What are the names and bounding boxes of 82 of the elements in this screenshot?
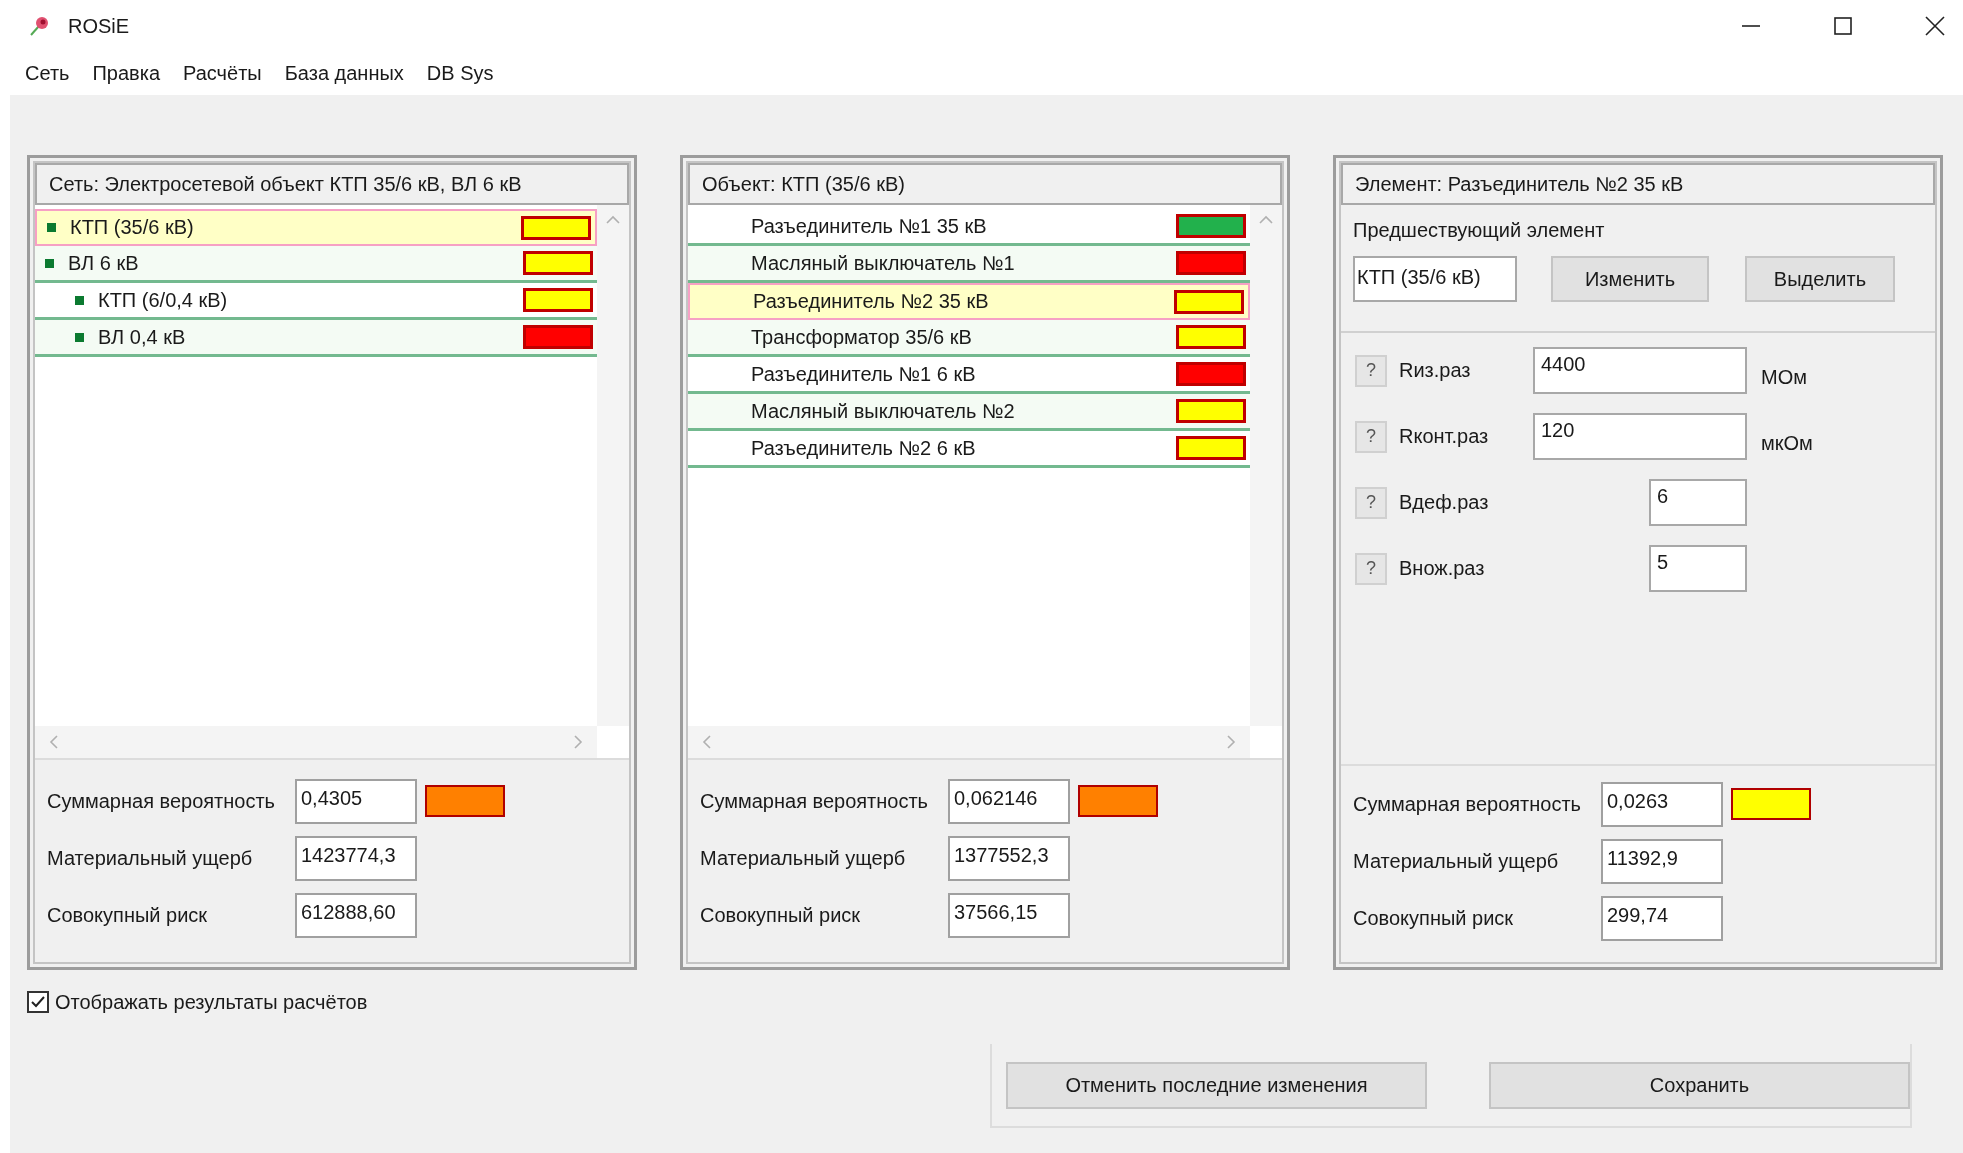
node-icon xyxy=(45,258,54,268)
value-field[interactable]: 612888,60 xyxy=(295,892,417,938)
field-label: Материальный ущерб xyxy=(47,846,254,870)
help-button[interactable]: ? xyxy=(1355,354,1387,387)
maximize-icon[interactable] xyxy=(1833,16,1853,36)
field-label: Материальный ущерб xyxy=(1353,849,1560,873)
node-icon xyxy=(75,295,84,305)
scroll-left-icon[interactable] xyxy=(49,735,59,749)
help-button[interactable]: ? xyxy=(1355,420,1387,453)
field-label: Суммарная вероятность xyxy=(700,789,930,813)
value-field[interactable]: 37566,15 xyxy=(948,892,1070,938)
value-field[interactable]: 0,0263 xyxy=(1601,781,1723,827)
checkbox-label: Отображать результаты расчётов xyxy=(55,990,368,1014)
field-label: Bнож.раз xyxy=(1399,557,1486,580)
list-row[interactable]: Масляный выключатель №2 xyxy=(688,394,1250,431)
value-field[interactable]: 11392,9 xyxy=(1601,838,1723,884)
input-field[interactable]: 5 xyxy=(1649,545,1747,592)
unit-label: МОм xyxy=(1761,366,1807,389)
row-label: Разъединитель №1 35 кВ xyxy=(751,214,988,238)
value-field[interactable]: 299,74 xyxy=(1601,895,1723,941)
select-button[interactable]: Выделить xyxy=(1745,256,1895,302)
field-label: Суммарная вероятность xyxy=(47,789,277,813)
menu-item[interactable]: База данных xyxy=(275,58,418,89)
scroll-right-icon[interactable] xyxy=(1226,735,1236,749)
row-label: Разъединитель №2 35 кВ xyxy=(753,290,990,313)
panel-title: Сеть: Электросетевой объект КТП 35/6 кВ, ВЛ 6 кВ xyxy=(35,163,629,205)
list-row[interactable]: КТП (35/6 кВ) xyxy=(35,209,597,246)
field-label: Суммарная вероятность xyxy=(1353,792,1583,816)
list-row[interactable]: Разъединитель №2 6 кВ xyxy=(688,431,1250,468)
help-button[interactable]: ? xyxy=(1355,486,1387,519)
input-field[interactable]: 6 xyxy=(1649,479,1747,526)
unit-label: мкОм xyxy=(1761,432,1813,455)
list-row[interactable]: ВЛ 6 кВ xyxy=(35,246,597,283)
panel-title: Элемент: Разъединитель №2 35 кВ xyxy=(1341,163,1935,205)
scroll-up-icon[interactable] xyxy=(1259,215,1273,225)
input-field[interactable]: 120 xyxy=(1533,413,1747,460)
app-icon xyxy=(28,15,50,37)
close-icon[interactable] xyxy=(1925,16,1945,36)
row-label: КТП (6/0,4 кВ) xyxy=(98,288,229,312)
node-icon xyxy=(75,332,84,342)
row-label: ВЛ 6 кВ xyxy=(68,251,140,275)
row-label: Масляный выключатель №1 xyxy=(751,251,1016,275)
row-label: Разъединитель №2 6 кВ xyxy=(751,436,977,460)
field-label: Совокупный риск xyxy=(1353,906,1515,930)
field-label: Совокупный риск xyxy=(700,903,862,927)
row-label: Трансформатор 35/6 кВ xyxy=(751,325,973,349)
field-label: Rиз.раз xyxy=(1399,359,1472,382)
row-label: КТП (35/6 кВ) xyxy=(70,216,195,239)
save-button[interactable]: Сохранить xyxy=(1489,1061,1910,1109)
field-label: Bдеф.раз xyxy=(1399,491,1490,514)
menu-item[interactable]: DB Sys xyxy=(417,58,508,89)
value-field[interactable]: 0,062146 xyxy=(948,778,1070,824)
panel-title: Объект: КТП (35/6 кВ) xyxy=(688,163,1282,205)
node-icon xyxy=(47,223,56,232)
field-label: Совокупный риск xyxy=(47,903,209,927)
row-label: Разъединитель №1 6 кВ xyxy=(751,362,977,386)
scroll-up-icon[interactable] xyxy=(606,215,620,225)
check-icon xyxy=(31,996,45,1008)
checkbox[interactable] xyxy=(27,991,49,1013)
list-row[interactable]: Трансформатор 35/6 кВ xyxy=(688,320,1250,357)
window-title: ROSiE xyxy=(68,14,130,38)
menu-item[interactable]: Расчёты xyxy=(174,58,276,89)
field-label: Материальный ущерб xyxy=(700,846,907,870)
list-row[interactable]: ВЛ 0,4 кВ xyxy=(35,320,597,357)
value-field[interactable]: 0,4305 xyxy=(295,778,417,824)
change-button[interactable]: Изменить xyxy=(1551,256,1709,302)
field-label: Предшествующий элемент xyxy=(1353,219,1606,242)
predecessor-field[interactable]: КТП (35/6 кВ) xyxy=(1353,256,1517,302)
scroll-right-icon[interactable] xyxy=(573,735,583,749)
scroll-left-icon[interactable] xyxy=(702,735,712,749)
list-row[interactable]: Разъединитель №2 35 кВ xyxy=(688,283,1250,320)
field-label: Rконт.раз xyxy=(1399,425,1490,448)
menu-item[interactable]: Правка xyxy=(83,58,175,89)
row-label: ВЛ 0,4 кВ xyxy=(98,325,187,349)
undo-button[interactable]: Отменить последние изменения xyxy=(1006,1061,1427,1109)
row-label: Масляный выключатель №2 xyxy=(751,399,1016,423)
value-field[interactable]: 1423774,3 xyxy=(295,835,417,881)
list-row[interactable]: Масляный выключатель №1 xyxy=(688,246,1250,283)
input-field[interactable]: 4400 xyxy=(1533,347,1747,394)
value-field[interactable]: 1377552,3 xyxy=(948,835,1070,881)
help-button[interactable]: ? xyxy=(1355,552,1387,585)
menu-item[interactable]: Сеть xyxy=(16,58,84,89)
